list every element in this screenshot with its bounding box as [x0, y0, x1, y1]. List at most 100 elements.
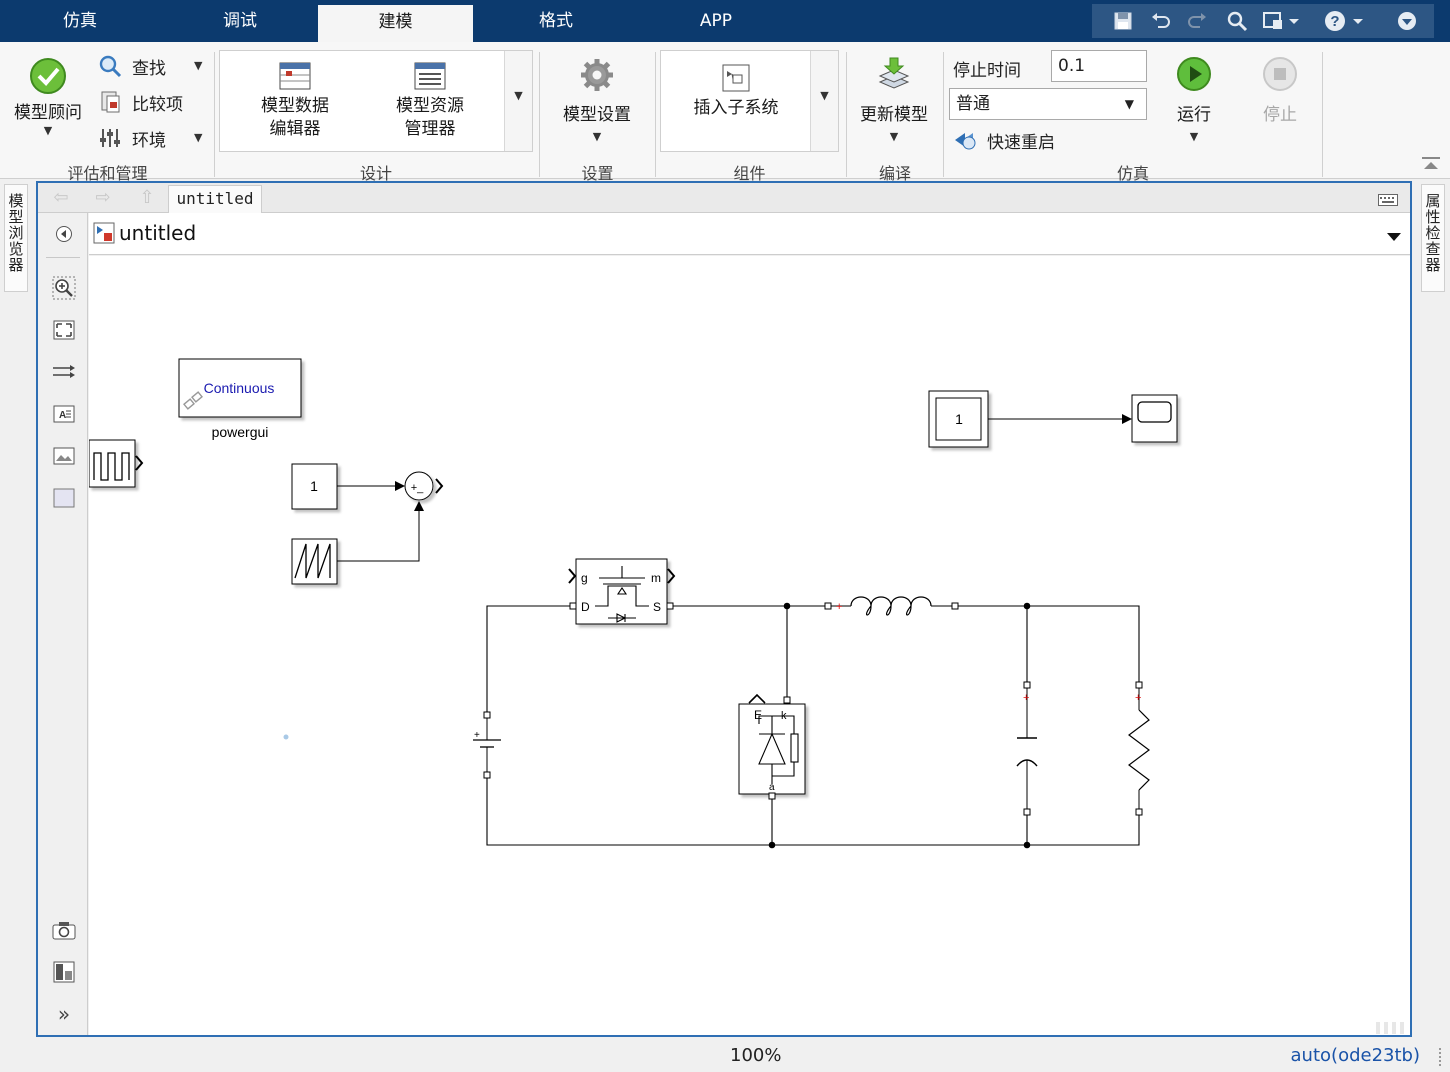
model-settings-button[interactable]: 模型设置 ▼ — [552, 58, 642, 143]
mosfet-gate-label: g — [581, 571, 588, 585]
simulation-mode-value: 普通 — [956, 94, 990, 114]
signal-lines-icon[interactable] — [51, 359, 77, 385]
svg-text:+: + — [1135, 692, 1141, 704]
gear-icon — [581, 59, 613, 91]
update-model-button[interactable]: 更新模型 ▼ — [852, 56, 936, 143]
tab-debug[interactable]: 调试 — [190, 0, 290, 42]
resize-grip[interactable] — [1376, 1019, 1406, 1034]
model-data-editor-button[interactable]: 模型数据 编辑器 — [240, 61, 350, 141]
insert-subsystem-button[interactable]: 插入子系统 — [671, 63, 801, 120]
search-icon[interactable] — [1222, 4, 1252, 38]
quick-access-toolbar: ? — [1092, 4, 1434, 38]
find-label: 查找 — [132, 58, 166, 79]
sawtooth-block[interactable] — [291, 538, 338, 585]
pulse-generator-block[interactable] — [89, 439, 144, 488]
model-advisor-button[interactable]: 模型顾问 ▼ — [8, 56, 88, 137]
capacitor-block[interactable]: + — [1016, 685, 1038, 812]
environment-button[interactable]: 环境 ▼ — [98, 124, 202, 152]
hide-browser-icon[interactable] — [51, 221, 77, 247]
address-text: untitled — [119, 221, 197, 245]
resize-grip-icon[interactable] — [1436, 1048, 1444, 1066]
tab-modeling[interactable]: 建模 — [318, 5, 473, 42]
expand-palette-icon[interactable]: » — [51, 1001, 77, 1027]
dc-source-block[interactable]: + — [473, 715, 501, 775]
svg-text:A: A — [59, 410, 66, 421]
svg-text:+: + — [1023, 692, 1029, 704]
inductor-block[interactable]: + — [828, 596, 955, 616]
resistor-block[interactable]: + — [1128, 685, 1150, 812]
help-icon[interactable]: ? — [1320, 4, 1370, 38]
compare-button[interactable]: 比较项 — [98, 88, 183, 116]
undo-icon[interactable] — [1146, 4, 1176, 38]
data-editor-icon — [279, 62, 311, 90]
design-gallery: 模型数据 编辑器 模型资源 管理器 ▼ — [219, 50, 533, 152]
tab-simulation[interactable]: 仿真 — [30, 0, 130, 42]
collapse-icon[interactable] — [1392, 4, 1422, 38]
diagram-canvas[interactable]: Continuous powergui 1 +_ 1 g m D S E k a… — [89, 256, 1410, 1035]
powergui-label: powergui — [212, 424, 269, 440]
model-explorer-label-1: 模型资源 — [396, 96, 464, 116]
cursor-dot — [283, 734, 289, 740]
powergui-block[interactable]: Continuous powergui — [178, 358, 302, 440]
stop-button[interactable]: 停止 — [1248, 56, 1312, 127]
back-arrow-icon[interactable]: ⇦ — [50, 189, 72, 207]
model-settings-label: 模型设置 — [563, 105, 631, 125]
update-model-icon — [878, 57, 910, 89]
signal-line[interactable] — [337, 501, 424, 562]
gallery-expand-button[interactable]: ▼ — [504, 51, 532, 151]
address-bar[interactable]: untitled — [89, 213, 1410, 255]
collapse-ribbon-icon[interactable] — [1420, 156, 1442, 172]
simulation-mode-select[interactable]: 普通 ▼ — [949, 88, 1147, 120]
components-gallery: 插入子系统 ▼ — [660, 50, 839, 152]
model-data-icon[interactable] — [51, 959, 77, 985]
diode-block[interactable]: E k a — [738, 693, 806, 795]
ribbon-toolstrip: 模型顾问 ▼ 查找 ▼ 比较项 环境 ▼ 评估和管理 模型数据 编辑器 模型资源… — [0, 42, 1450, 183]
keyboard-icon[interactable] — [1378, 191, 1398, 210]
magnifier-icon — [99, 55, 122, 78]
scope-block[interactable] — [1131, 394, 1178, 443]
find-button[interactable]: 查找 ▼ — [98, 52, 202, 80]
up-arrow-icon[interactable]: ⇧ — [136, 189, 158, 207]
solver-link[interactable]: auto(ode23tb) — [1291, 1045, 1420, 1066]
area-icon[interactable] — [51, 485, 77, 511]
camera-icon[interactable] — [51, 917, 77, 943]
model-browser-tab[interactable]: 模型浏览器 — [4, 184, 28, 292]
forward-arrow-icon[interactable]: ⇨ — [92, 189, 114, 207]
zoom-level: 100% — [730, 1045, 782, 1066]
physical-connections[interactable] — [486, 605, 1140, 846]
zoom-icon[interactable] — [51, 275, 77, 301]
redo-icon[interactable] — [1182, 4, 1212, 38]
constant-block-1[interactable]: 1 — [291, 463, 338, 510]
block-diagram[interactable]: Continuous powergui 1 +_ 1 g m D S E k a… — [89, 256, 1410, 1035]
fast-restart-button[interactable]: 快速重启 — [953, 126, 1055, 154]
chevron-down-icon[interactable] — [1386, 227, 1402, 246]
run-label: 运行 — [1177, 105, 1211, 125]
window-icon[interactable] — [1258, 4, 1304, 38]
editor-nav-bar: ⇦ ⇨ ⇧ untitled — [38, 183, 1410, 213]
gallery-expand-button[interactable]: ▼ — [810, 51, 838, 151]
divider — [655, 52, 656, 177]
property-inspector-tab[interactable]: 属性检查器 — [1421, 184, 1445, 292]
image-icon[interactable] — [51, 443, 77, 469]
tab-format[interactable]: 格式 — [506, 0, 606, 42]
mosfet-block[interactable]: g m D S — [568, 558, 676, 625]
tab-app[interactable]: APP — [666, 0, 766, 42]
stop-time-label: 停止时间 — [953, 61, 1021, 81]
fit-view-icon[interactable] — [51, 317, 77, 343]
model-tab-untitled[interactable]: untitled — [168, 185, 262, 213]
run-button[interactable]: 运行 ▼ — [1162, 56, 1226, 143]
insert-subsystem-label: 插入子系统 — [693, 98, 779, 118]
chevron-down-icon: ▼ — [1189, 130, 1199, 143]
powergui-mode-text: Continuous — [204, 380, 275, 396]
stop-icon — [1263, 57, 1297, 91]
sum-block[interactable]: +_ — [404, 471, 444, 501]
save-icon[interactable] — [1108, 4, 1138, 38]
stop-time-input[interactable]: 0.1 — [1051, 50, 1147, 82]
mosfet-drain-label: D — [581, 600, 590, 614]
model-data-editor-label-1: 模型数据 — [261, 96, 329, 116]
model-explorer-button[interactable]: 模型资源 管理器 — [375, 61, 485, 141]
model-explorer-icon — [414, 62, 446, 90]
constant-block-2[interactable]: 1 — [928, 390, 989, 448]
annotation-icon[interactable]: A — [51, 401, 77, 427]
title-tab-bar: 仿真 调试 建模 格式 APP ? — [0, 0, 1450, 42]
